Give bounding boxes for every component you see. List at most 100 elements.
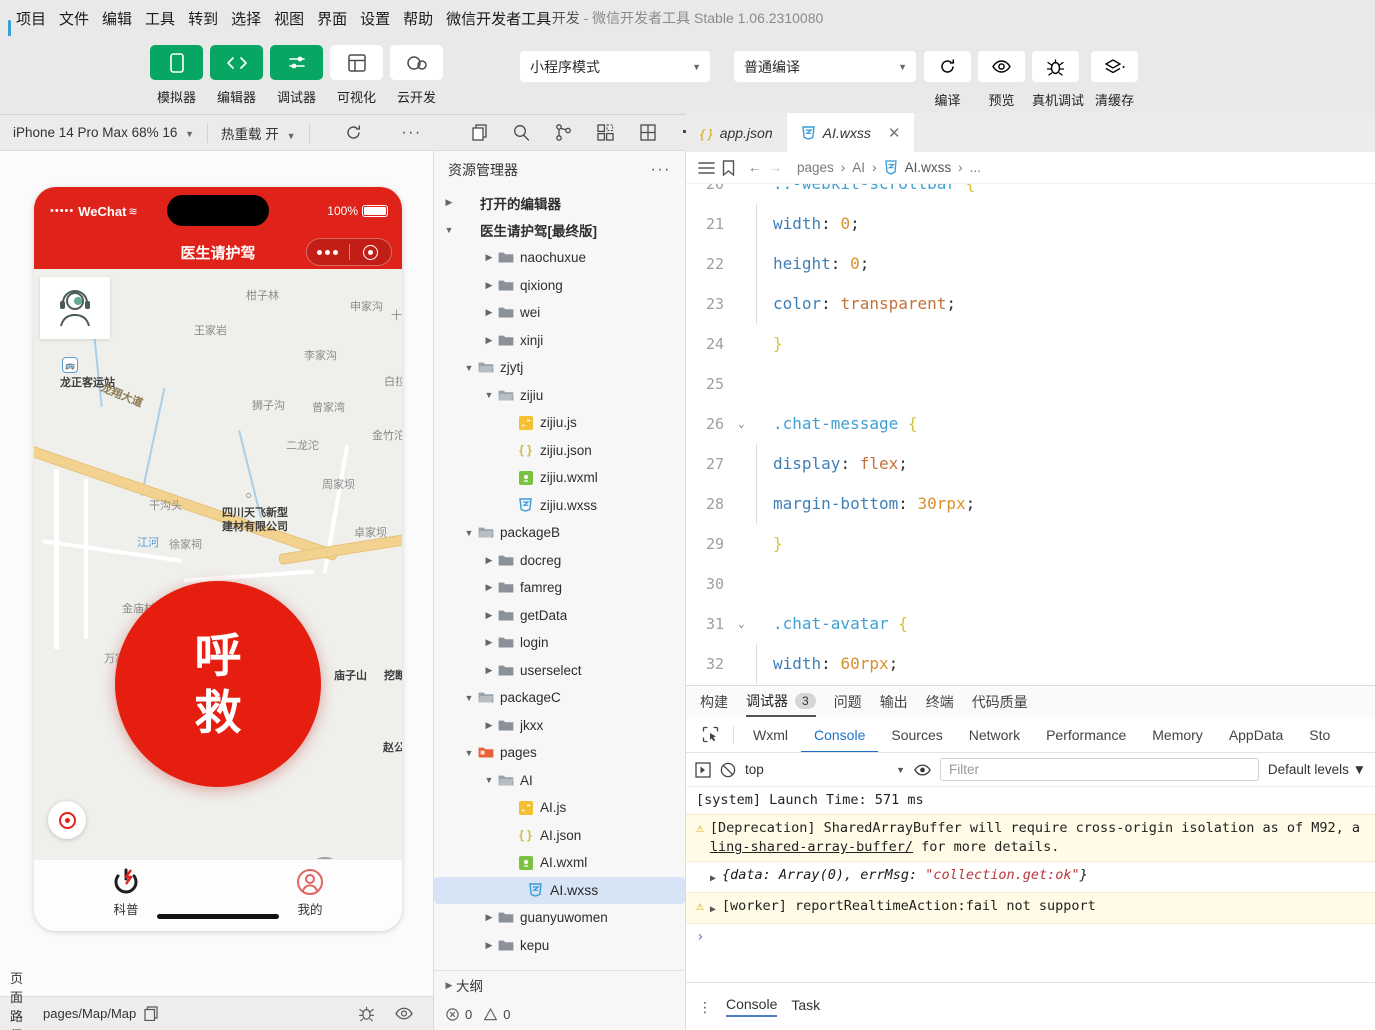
chevron-right-icon[interactable]: ▶: [482, 582, 496, 593]
devtools-tab-Wxml[interactable]: Wxml: [740, 717, 801, 752]
footer-tab-console[interactable]: Console: [726, 996, 778, 1017]
breadcrumb-item-3[interactable]: ...: [970, 160, 981, 175]
expand-icon[interactable]: ▶: [710, 869, 716, 888]
devtools-tab-Memory[interactable]: Memory: [1139, 717, 1216, 752]
chevron-right-icon[interactable]: ▶: [482, 637, 496, 648]
chevron-down-icon[interactable]: ▼: [482, 390, 496, 400]
context-select[interactable]: top ▼: [745, 759, 905, 781]
inspect-element-icon[interactable]: [694, 717, 727, 752]
wechat-capsule[interactable]: [306, 238, 392, 266]
chevron-down-icon[interactable]: ▼: [462, 748, 476, 758]
tree-item-zjytj[interactable]: ▼ zjytj: [434, 354, 685, 382]
menu-item-4[interactable]: 转到: [188, 8, 218, 29]
chevron-right-icon[interactable]: ▶: [482, 335, 496, 346]
toolbar-button-debugger[interactable]: 调试器: [270, 45, 323, 106]
tree-item-pages[interactable]: ▼ pages: [434, 739, 685, 767]
breadcrumb-item-0[interactable]: pages: [797, 160, 834, 175]
log-levels-select[interactable]: Default levels ▼: [1268, 762, 1366, 777]
chevron-down-icon[interactable]: ▼: [462, 528, 476, 538]
debugger-tab-输出[interactable]: 输出: [880, 686, 908, 717]
bug-icon[interactable]: [358, 1005, 375, 1022]
menu-item-9[interactable]: 帮助: [403, 8, 433, 29]
chevron-right-icon[interactable]: ▶: [482, 720, 496, 731]
tree-section-打开的编辑器[interactable]: ▶ 打开的编辑器: [434, 189, 685, 217]
mode-select[interactable]: 小程序模式 ▼: [520, 51, 710, 82]
tree-item-zijiu.js[interactable]: zijiu.js: [434, 409, 685, 437]
service-entry-card[interactable]: [40, 277, 110, 339]
close-icon[interactable]: ✕: [888, 124, 901, 142]
console-message-warning[interactable]: ⚠ ▶ [worker] reportRealtimeAction:fail n…: [686, 892, 1375, 924]
outline-section[interactable]: ▶ 大纲: [434, 971, 685, 999]
locate-me-button[interactable]: [48, 801, 86, 839]
close-icon[interactable]: [350, 244, 392, 260]
chevron-right-icon[interactable]: ▶: [482, 280, 496, 291]
tree-item-AI.json[interactable]: { } AI.json: [434, 822, 685, 850]
more-icon[interactable]: ···: [651, 162, 671, 178]
chevron-right-icon[interactable]: ▶: [442, 197, 456, 208]
outline-toggle-icon[interactable]: [698, 161, 715, 175]
editor-tab-AI.wxss[interactable]: AI.wxss ✕: [786, 113, 915, 152]
split-icon[interactable]: [630, 124, 666, 141]
back-icon[interactable]: ←: [748, 160, 762, 175]
chevron-right-icon[interactable]: ▶: [482, 940, 496, 951]
tree-item-AI[interactable]: ▼ AI: [434, 767, 685, 795]
chevron-right-icon[interactable]: ▶: [482, 610, 496, 621]
tree-item-AI.js[interactable]: AI.js: [434, 794, 685, 822]
tree-item-packageC[interactable]: ▼ packageC: [434, 684, 685, 712]
menu-item-1[interactable]: 文件: [59, 8, 89, 29]
tree-item-jkxx[interactable]: ▶ jkxx: [434, 712, 685, 740]
toolbar-button-cloud[interactable]: 云开发: [390, 45, 443, 106]
map-view[interactable]: 🚌 柑子林申家沟十字路王家岩李家沟白拉沟狮子沟 曾家湾金竹沱二龙沱周家坝干沟头卓家…: [34, 269, 402, 931]
compile-select[interactable]: 普通编译 ▼: [734, 51, 916, 82]
tree-item-zijiu.json[interactable]: { } zijiu.json: [434, 437, 685, 465]
tree-item-AI.wxml[interactable]: AI.wxml: [434, 849, 685, 877]
copy-icon[interactable]: [462, 124, 498, 141]
tree-item-userselect[interactable]: ▶ userselect: [434, 657, 685, 685]
page-path-select[interactable]: 页面路径 ▼: [0, 968, 23, 1030]
menu-item-6[interactable]: 视图: [274, 8, 304, 29]
tree-item-xinji[interactable]: ▶ xinji: [434, 327, 685, 355]
toolbar-button-realdevice[interactable]: 真机调试: [1032, 51, 1084, 109]
devtools-tab-Sources[interactable]: Sources: [878, 717, 955, 752]
chevron-down-icon[interactable]: ▼: [462, 693, 476, 703]
extensions-icon[interactable]: [588, 124, 624, 141]
tree-section-医生请护驾[最终版][interactable]: ▼ 医生请护驾[最终版]: [434, 217, 685, 245]
tree-item-zijiu[interactable]: ▼ zijiu: [434, 382, 685, 410]
chevron-down-icon[interactable]: ▼: [462, 363, 476, 373]
chevron-right-icon[interactable]: ▶: [482, 252, 496, 263]
toolbar-button-preview[interactable]: 预览: [978, 51, 1025, 109]
tree-item-qixiong[interactable]: ▶ qixiong: [434, 272, 685, 300]
tree-item-login[interactable]: ▶ login: [434, 629, 685, 657]
tree-item-zijiu.wxss[interactable]: zijiu.wxss: [434, 492, 685, 520]
expand-icon[interactable]: ▶: [710, 900, 716, 919]
sos-call-button[interactable]: 呼 救: [115, 581, 321, 787]
devtools-tab-Console[interactable]: Console: [801, 717, 878, 752]
chevron-down-icon[interactable]: ▼: [442, 225, 456, 235]
tree-item-kepu[interactable]: ▶ kepu: [434, 932, 685, 960]
devtools-tab-Sto[interactable]: Sto: [1296, 717, 1343, 752]
devtools-tab-AppData[interactable]: AppData: [1216, 717, 1296, 752]
debugger-tab-调试器[interactable]: 调试器 3: [746, 686, 816, 717]
menu-item-10[interactable]: 微信开发者工具: [446, 8, 551, 29]
live-expression-icon[interactable]: [914, 763, 931, 776]
chevron-right-icon[interactable]: ▶: [482, 665, 496, 676]
debugger-tab-终端[interactable]: 终端: [926, 686, 954, 717]
menu-item-5[interactable]: 选择: [231, 8, 261, 29]
tree-item-AI.wxss[interactable]: AI.wxss: [434, 876, 685, 904]
refresh-icon[interactable]: [336, 124, 372, 141]
chevron-right-icon[interactable]: ▶: [482, 912, 496, 923]
toolbar-button-simulator[interactable]: 模拟器: [150, 45, 203, 106]
bookmark-icon[interactable]: [722, 159, 735, 176]
code-editor[interactable]: 20::-webkit-scrollbar {21 width: 0;22 heig…: [686, 184, 1375, 685]
filter-input[interactable]: Filter: [940, 758, 1259, 781]
toolbar-button-visual[interactable]: 可视化: [330, 45, 383, 106]
breadcrumb-item-2[interactable]: AI.wxss: [905, 160, 952, 175]
toolbar-button-editor[interactable]: 编辑器: [210, 45, 263, 106]
console-message-object[interactable]: ▶ {data: Array(0), errMsg: "collection.g…: [686, 862, 1375, 892]
device-select[interactable]: iPhone 14 Pro Max 68% 16 ▼: [0, 125, 207, 140]
more-icon[interactable]: [307, 249, 349, 255]
eye-icon[interactable]: [395, 1007, 414, 1020]
toolbar-button-clearcache[interactable]: 清缓存: [1091, 51, 1139, 109]
console-output[interactable]: [system] Launch Time: 571 ms ⚠ [Deprecat…: [686, 787, 1375, 987]
menu-item-3[interactable]: 工具: [145, 8, 175, 29]
